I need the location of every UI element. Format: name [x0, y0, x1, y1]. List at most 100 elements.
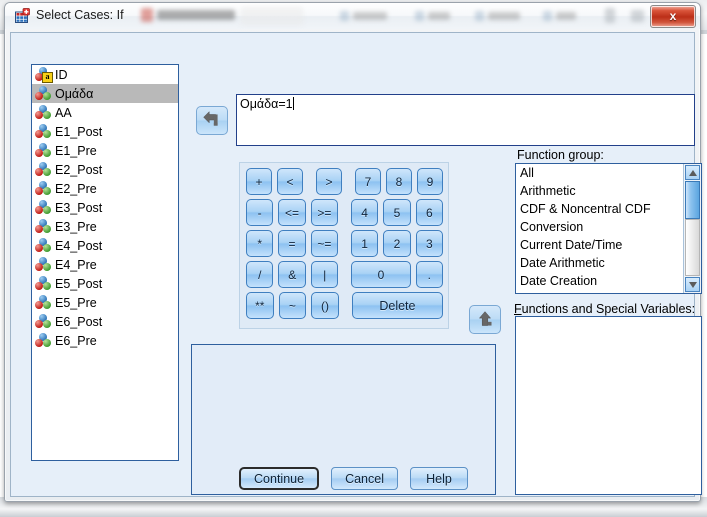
- variable-list-item[interactable]: E5_Pre: [32, 293, 178, 312]
- keypad-button[interactable]: 2: [383, 230, 411, 257]
- variable-list-item[interactable]: AA: [32, 103, 178, 122]
- variable-list-item[interactable]: E3_Pre: [32, 217, 178, 236]
- keypad-row: * = ~= 1 2 3: [246, 230, 448, 257]
- nominal-variable-icon: [35, 257, 51, 272]
- scrollbar-thumb[interactable]: [685, 181, 700, 219]
- nominal-variable-icon: [35, 162, 51, 177]
- scroll-down-arrow-icon[interactable]: [685, 277, 700, 292]
- function-group-item[interactable]: Date Creation: [516, 272, 683, 290]
- nominal-variable-icon: [35, 276, 51, 291]
- function-group-item[interactable]: Date Arithmetic: [516, 254, 683, 272]
- variable-name: E4_Post: [55, 238, 103, 253]
- variable-list-item[interactable]: E2_Pre: [32, 179, 178, 198]
- variable-list-item[interactable]: E3_Post: [32, 198, 178, 217]
- keypad-button[interactable]: /: [246, 261, 274, 288]
- variable-list-item[interactable]: E4_Post: [32, 236, 178, 255]
- titlebar-ghost-text-2: [353, 12, 387, 20]
- keypad-button[interactable]: 6: [415, 199, 443, 226]
- variable-list-item[interactable]: E1_Pre: [32, 141, 178, 160]
- variable-list[interactable]: a ID Ομάδα AA E1_Post E1_Pre E2_Post E2_Pre E3_P…: [31, 64, 179, 461]
- keypad-button[interactable]: >: [316, 168, 342, 195]
- keypad-button[interactable]: +: [246, 168, 272, 195]
- keypad-button[interactable]: 8: [386, 168, 412, 195]
- variable-name: E2_Pre: [55, 181, 97, 196]
- variable-name: ID: [55, 67, 68, 82]
- keypad-button[interactable]: (): [311, 292, 339, 319]
- keypad-button[interactable]: &: [278, 261, 306, 288]
- variable-list-item[interactable]: E1_Post: [32, 122, 178, 141]
- nominal-variable-icon: [35, 105, 51, 120]
- keypad-button[interactable]: Delete: [351, 292, 444, 319]
- keypad-button[interactable]: >=: [310, 199, 338, 226]
- variable-list-item[interactable]: E2_Post: [32, 160, 178, 179]
- nominal-variable-icon: [35, 181, 51, 196]
- variable-name: E5_Post: [55, 276, 103, 291]
- variable-name: E1_Pre: [55, 143, 97, 158]
- titlebar-ghost-text-5: [556, 12, 576, 20]
- keypad-button[interactable]: 5: [383, 199, 411, 226]
- keypad-button[interactable]: |: [310, 261, 339, 288]
- titlebar-ghost-icon-7: [631, 10, 644, 22]
- scroll-up-arrow-icon[interactable]: [685, 165, 700, 180]
- insert-function-button[interactable]: [469, 305, 501, 334]
- keypad-button[interactable]: 7: [355, 168, 381, 195]
- titlebar-ghost-icon-6: [605, 8, 615, 23]
- text-caret: [292, 97, 294, 110]
- keypad-row: - <= >= 4 5 6: [246, 199, 448, 226]
- variable-list-item[interactable]: E6_Post: [32, 312, 178, 331]
- titlebar-ghost-icon-5: [543, 11, 552, 21]
- titlebar-ghost-icon: [141, 8, 153, 22]
- keypad-button[interactable]: .: [415, 261, 443, 288]
- arrow-up-icon: [478, 311, 492, 326]
- keypad-button[interactable]: =: [278, 230, 306, 257]
- variable-name: AA: [55, 105, 72, 120]
- functions-special-variables-label: Functions and Special Variables:: [514, 302, 696, 316]
- insert-variable-button[interactable]: [196, 106, 228, 135]
- variable-list-item[interactable]: E4_Pre: [32, 255, 178, 274]
- function-group-item[interactable]: CDF & Noncentral CDF: [516, 200, 683, 218]
- function-group-scrollbar[interactable]: [683, 164, 701, 293]
- variable-list-item[interactable]: E6_Pre: [32, 331, 178, 350]
- keypad-button[interactable]: <: [277, 168, 303, 195]
- arrow-left-icon: [203, 111, 218, 126]
- nominal-variable-icon: [35, 295, 51, 310]
- variable-name: E3_Post: [55, 200, 103, 215]
- dialog-titlebar[interactable]: Select Cases: If x: [5, 3, 700, 29]
- function-group-label: Function group:: [517, 148, 604, 162]
- string-variable-icon: a: [35, 67, 53, 83]
- variable-list-item[interactable]: a ID: [32, 65, 178, 84]
- variable-name: E6_Post: [55, 314, 103, 329]
- help-button[interactable]: Help: [409, 467, 468, 490]
- keypad-button[interactable]: 0: [351, 261, 411, 288]
- keypad-button[interactable]: <=: [278, 199, 306, 226]
- cancel-button[interactable]: Cancel: [331, 467, 398, 490]
- keypad-button[interactable]: ~: [278, 292, 307, 319]
- keypad-button[interactable]: -: [246, 199, 274, 226]
- nominal-variable-icon: [35, 238, 51, 253]
- expression-text: Ομάδα=1: [240, 97, 293, 111]
- keypad-button[interactable]: 4: [350, 199, 379, 226]
- variable-list-item[interactable]: Ομάδα: [32, 84, 178, 103]
- keypad-button[interactable]: 1: [350, 230, 379, 257]
- keypad-button[interactable]: ~=: [310, 230, 338, 257]
- close-button[interactable]: x: [650, 5, 696, 28]
- variable-list-item[interactable]: E5_Post: [32, 274, 178, 293]
- expression-input[interactable]: Ομάδα=1: [236, 94, 695, 146]
- function-group-item[interactable]: Arithmetic: [516, 182, 683, 200]
- function-group-item[interactable]: All: [516, 164, 683, 182]
- spss-dialog-icon: [15, 8, 30, 23]
- function-group-item[interactable]: Conversion: [516, 218, 683, 236]
- continue-button[interactable]: Continue: [239, 467, 320, 490]
- scrollbar-track[interactable]: [685, 219, 700, 276]
- titlebar-ghost-icon-4: [475, 11, 484, 21]
- function-group-item[interactable]: Current Date/Time: [516, 236, 683, 254]
- keypad-button[interactable]: 3: [415, 230, 443, 257]
- function-group-items: All Arithmetic CDF & Noncentral CDF Convers…: [516, 164, 683, 293]
- nominal-variable-icon: [35, 124, 51, 139]
- titlebar-ghost-block: [241, 7, 303, 25]
- function-group-list[interactable]: All Arithmetic CDF & Noncentral CDF Convers…: [515, 163, 702, 294]
- keypad-button[interactable]: **: [246, 292, 274, 319]
- keypad-button[interactable]: 9: [417, 168, 443, 195]
- keypad-button[interactable]: *: [246, 230, 274, 257]
- keypad-row: + < >7 8 9: [246, 168, 448, 195]
